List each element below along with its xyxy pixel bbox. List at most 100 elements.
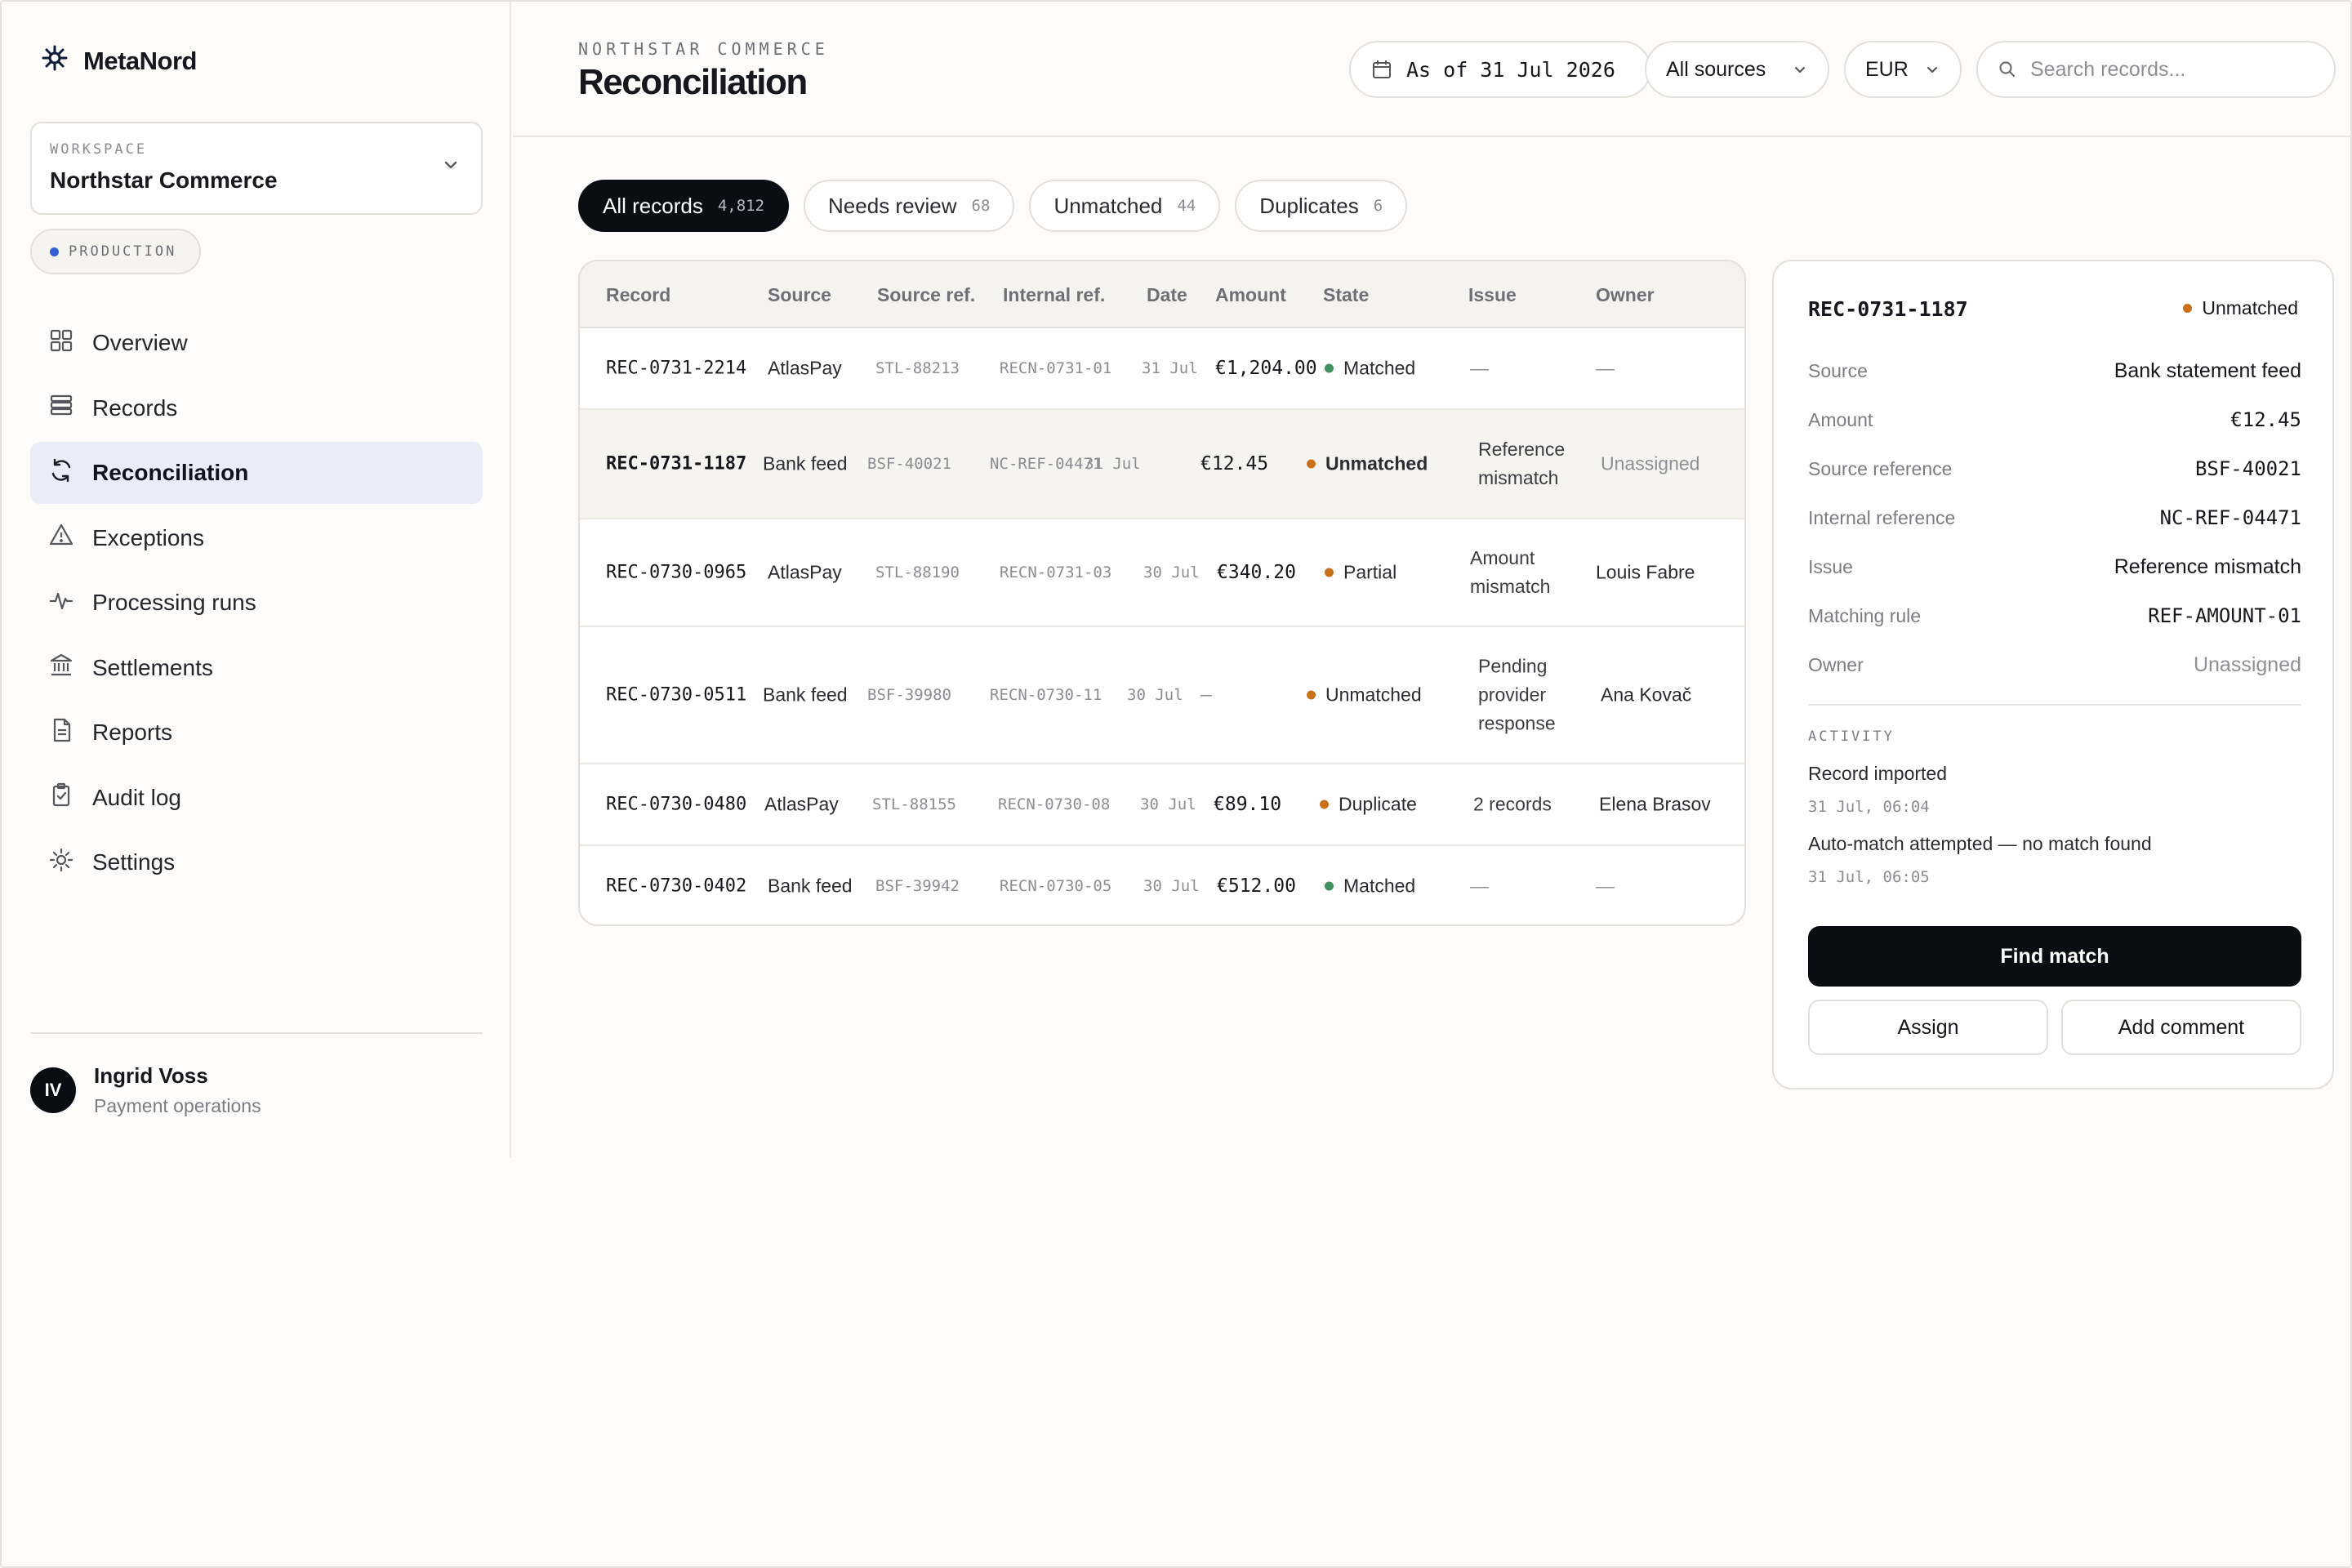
column-header-owner[interactable]: Owner — [1596, 284, 1655, 306]
currency-label: EUR — [1865, 57, 1909, 81]
record-internal-ref: RECN-0730-05 — [1000, 877, 1112, 895]
record-issue: — — [1470, 357, 1489, 379]
record-id: REC-0730-0480 — [606, 794, 747, 815]
sidebar-item-audit-log[interactable]: Audit log — [30, 767, 483, 829]
state-label: Partial — [1343, 561, 1397, 583]
column-header-amount[interactable]: Amount — [1215, 284, 1286, 306]
record-source: AtlasPay — [768, 561, 842, 583]
record-internal-ref: RECN-0731-03 — [1000, 564, 1112, 581]
record-date: 30 Jul — [1143, 564, 1200, 581]
field-value: NC-REF-04471 — [2159, 506, 2301, 529]
table-row-selected[interactable]: REC-0731-1187 Bank feed BSF-40021 NC-REF… — [580, 410, 1744, 519]
app-window: MetaNord WORKSPACE Northstar Commerce PR… — [0, 0, 2352, 1568]
user-profile[interactable]: IV Ingrid Voss Payment operations — [30, 1063, 261, 1117]
record-state: Partial — [1325, 562, 1396, 584]
activity-label: ACTIVITY — [1808, 728, 1895, 745]
state-label: Matched — [1343, 357, 1416, 379]
sidebar-item-reports[interactable]: Reports — [30, 702, 483, 764]
gear-icon — [48, 847, 74, 879]
add-comment-button[interactable]: Add comment — [2061, 1000, 2301, 1055]
field-value: Unassigned — [2193, 653, 2301, 676]
activity-icon — [48, 587, 74, 619]
assign-button[interactable]: Assign — [1808, 1000, 2048, 1055]
sidebar-item-label: Overview — [92, 330, 188, 355]
record-owner: Unassigned — [1601, 452, 1700, 474]
column-header-source[interactable]: Source — [768, 284, 831, 306]
date-filter[interactable]: As of 31 Jul 2026 — [1349, 41, 1651, 98]
sidebar-item-records[interactable]: Records — [30, 377, 483, 439]
table-row[interactable]: REC-0730-0480 AtlasPay STL-88155 RECN-07… — [580, 764, 1744, 846]
record-owner: Ana Kovač — [1601, 684, 1692, 706]
search-input[interactable]: Search records... — [1976, 41, 2336, 98]
tab-count: 68 — [971, 197, 991, 215]
date-filter-label: As of 31 Jul 2026 — [1406, 57, 1615, 82]
tab-label: All records — [603, 193, 703, 218]
tab-duplicates[interactable]: Duplicates 6 — [1235, 180, 1408, 232]
source-filter[interactable]: All sources — [1645, 41, 1829, 98]
record-issue: — — [1470, 875, 1489, 897]
column-header-issue[interactable]: Issue — [1468, 284, 1517, 306]
record-date: 30 Jul — [1127, 686, 1183, 704]
record-source: AtlasPay — [764, 793, 839, 815]
record-internal-ref: RECN-0730-08 — [998, 795, 1111, 813]
find-match-button[interactable]: Find match — [1808, 926, 2301, 987]
sidebar-item-settings[interactable]: Settings — [30, 831, 483, 893]
column-header-record[interactable]: Record — [606, 284, 670, 306]
state-label: Unmatched — [1325, 452, 1428, 474]
detail-field-issue: Issue Reference mismatch — [1808, 555, 2301, 579]
chevron-down-icon — [442, 154, 460, 180]
record-issue: Pending provider response — [1478, 655, 1556, 734]
search-icon — [1998, 60, 2017, 79]
record-date: 30 Jul — [1143, 877, 1200, 895]
detail-record-id: REC-0731-1187 — [1808, 297, 1968, 321]
detail-status-label: Unmatched — [2202, 297, 2298, 318]
tab-needs-review[interactable]: Needs review 68 — [804, 180, 1015, 232]
sidebar-nav: Overview Records Reconciliation Exceptio… — [30, 312, 483, 897]
record-source: AtlasPay — [768, 357, 842, 379]
field-value: BSF-40021 — [2194, 457, 2301, 480]
source-filter-label: All sources — [1666, 57, 1766, 81]
record-tabs: All records 4,812 Needs review 68 Unmatc… — [578, 180, 1408, 232]
table-row[interactable]: REC-0730-0511 Bank feed BSF-39980 RECN-0… — [580, 627, 1744, 764]
sidebar-item-settlements[interactable]: Settlements — [30, 637, 483, 699]
brand[interactable]: MetaNord — [41, 44, 197, 78]
record-date: 31 Jul — [1142, 359, 1198, 377]
sidebar-item-processing-runs[interactable]: Processing runs — [30, 572, 483, 634]
sidebar-item-label: Reports — [92, 719, 173, 745]
detail-field-source: Source Bank statement feed — [1808, 359, 2301, 383]
search-placeholder: Search records... — [2030, 57, 2186, 81]
sidebar-item-exceptions[interactable]: Exceptions — [30, 507, 483, 569]
detail-field-owner[interactable]: Owner Unassigned — [1808, 653, 2301, 677]
record-detail-panel: REC-0731-1187 Unmatched Source Bank stat… — [1772, 260, 2334, 1089]
column-header-internal-ref[interactable]: Internal ref. — [1003, 284, 1105, 306]
sidebar-item-reconciliation[interactable]: Reconciliation — [30, 442, 483, 504]
tab-all-records[interactable]: All records 4,812 — [578, 180, 790, 232]
record-owner: Louis Fabre — [1596, 561, 1695, 583]
table-row[interactable]: REC-0730-0965 AtlasPay STL-88190 RECN-07… — [580, 519, 1744, 627]
column-header-source-ref[interactable]: Source ref. — [877, 284, 975, 306]
record-internal-ref: RECN-0730-11 — [990, 686, 1102, 704]
record-source-ref: STL-88213 — [875, 359, 960, 377]
column-header-state[interactable]: State — [1323, 284, 1369, 306]
record-id: REC-0730-0965 — [606, 562, 747, 583]
column-header-date[interactable]: Date — [1147, 284, 1187, 306]
table-row[interactable]: REC-0731-2214 AtlasPay STL-88213 RECN-07… — [580, 328, 1744, 410]
currency-select[interactable]: EUR — [1844, 41, 1962, 98]
field-key: Amount — [1808, 408, 1873, 430]
workspace-label: WORKSPACE — [50, 141, 148, 158]
user-name: Ingrid Voss — [94, 1063, 208, 1088]
detail-field-matching-rule: Matching rule REF-AMOUNT-01 — [1808, 604, 2301, 627]
tab-unmatched[interactable]: Unmatched 44 — [1029, 180, 1221, 232]
workspace-selector[interactable]: WORKSPACE Northstar Commerce — [30, 122, 483, 215]
table-row[interactable]: REC-0730-0402 Bank feed BSF-39942 RECN-0… — [580, 846, 1744, 924]
environment-dot — [50, 247, 59, 256]
detail-field-internal-reference: Internal reference NC-REF-04471 — [1808, 506, 2301, 529]
tab-label: Unmatched — [1054, 193, 1163, 218]
field-key: Issue — [1808, 556, 1853, 577]
record-state: Unmatched — [1307, 453, 1428, 475]
document-icon — [48, 717, 74, 749]
activity-text: Record imported — [1808, 763, 1948, 784]
record-issue: Amount mismatch — [1470, 547, 1551, 597]
state-dot — [1325, 881, 1334, 891]
sidebar-item-overview[interactable]: Overview — [30, 312, 483, 374]
